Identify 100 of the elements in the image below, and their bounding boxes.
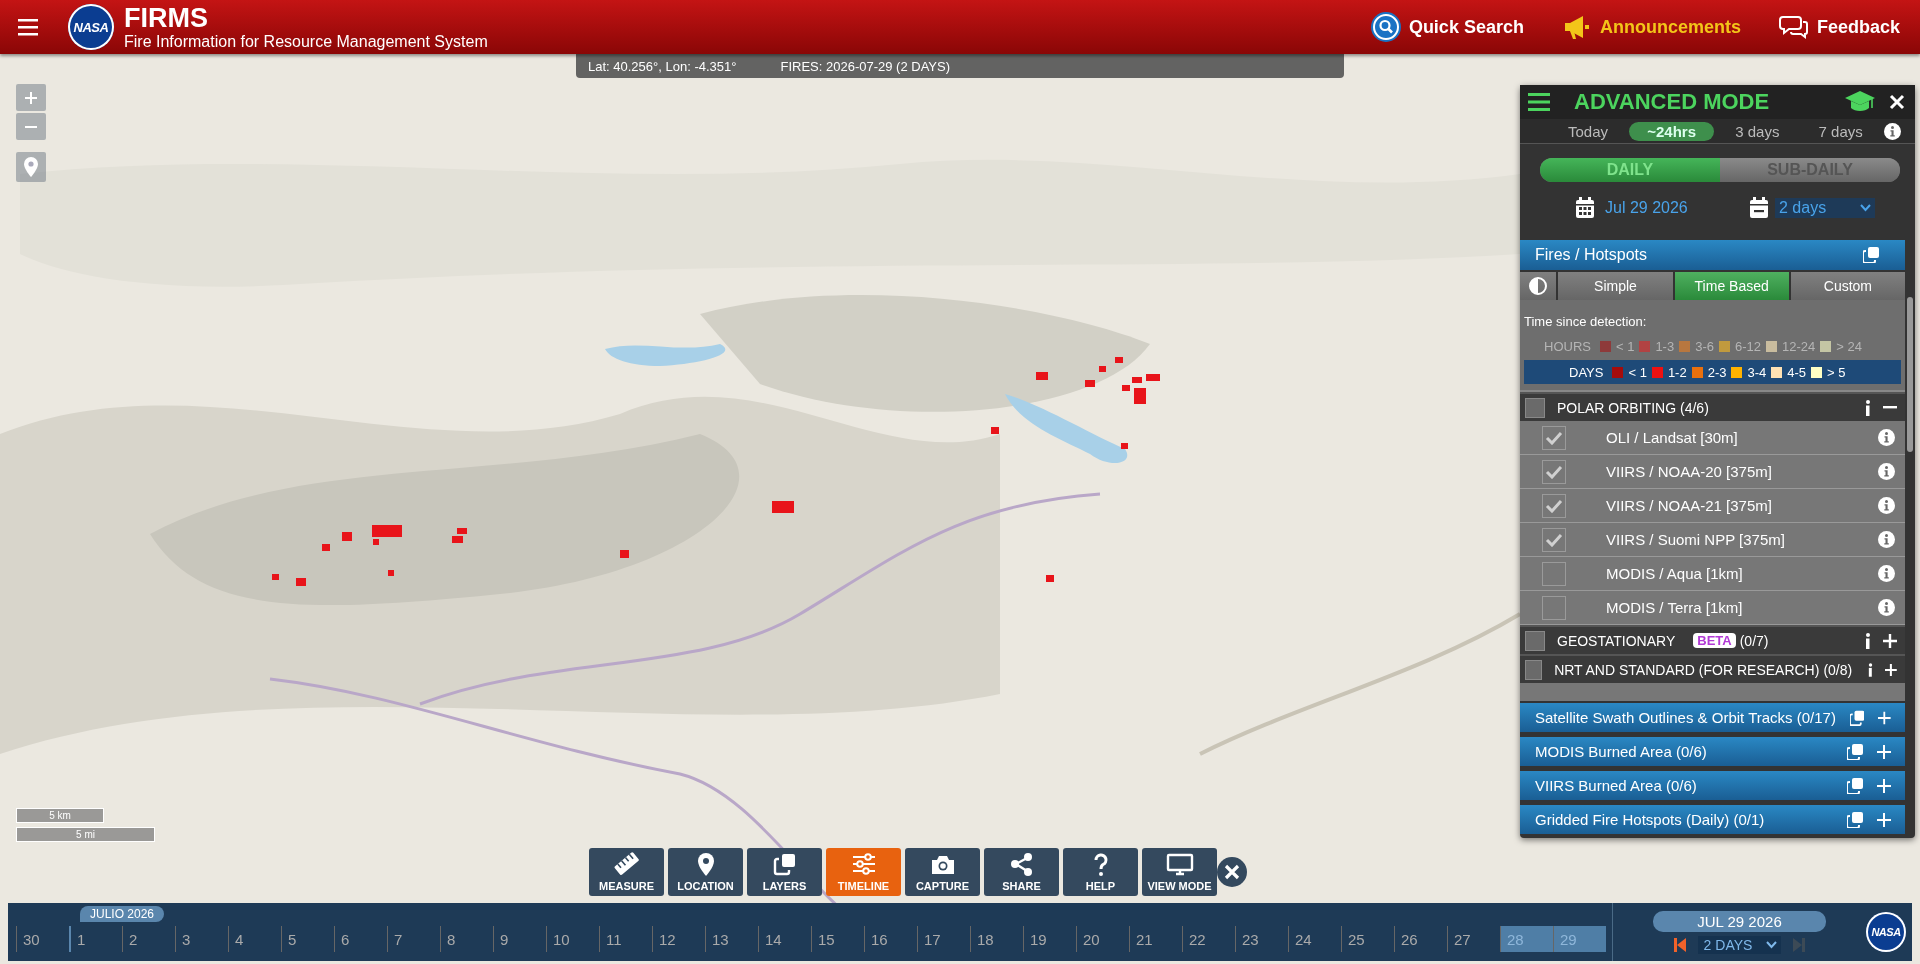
legend-text: 2-3 <box>1707 364 1727 380</box>
day-cell[interactable]: 26 <box>1394 926 1447 952</box>
toolbar-button[interactable]: TIMELINE <box>826 848 901 896</box>
toolbar-button[interactable]: HELP <box>1063 848 1138 896</box>
day-cell[interactable]: 21 <box>1129 926 1182 952</box>
header-link[interactable]: Announcements <box>1561 12 1741 42</box>
day-cell[interactable]: 18 <box>970 926 1023 952</box>
logo: NASA <box>68 4 114 50</box>
expand-icon[interactable] <box>1877 778 1891 793</box>
group-title: GEOSTATIONARY <box>1557 632 1676 649</box>
copy-icon[interactable] <box>1847 743 1863 760</box>
copy-icon[interactable] <box>1847 777 1863 794</box>
checkbox[interactable] <box>1525 630 1545 651</box>
duration-select[interactable]: 2 days <box>1775 198 1875 218</box>
header-link[interactable]: Quick Search <box>1370 12 1524 42</box>
day-cell[interactable]: 10 <box>546 926 599 952</box>
collapse-icon[interactable] <box>1883 406 1897 409</box>
day-cell[interactable]: 5 <box>281 926 334 952</box>
info-icon[interactable] <box>1865 399 1871 416</box>
check-icon <box>1545 532 1563 547</box>
day-cell[interactable]: 13 <box>705 926 758 952</box>
toolbar-button[interactable]: LOCATION <box>668 848 743 896</box>
range-tab[interactable]: 3 days <box>1717 121 1798 141</box>
legend-text: 12-24 <box>1782 338 1816 354</box>
day-cell[interactable]: 16 <box>864 926 917 952</box>
info-icon[interactable] <box>1868 661 1874 678</box>
scrollbar[interactable] <box>1907 297 1913 452</box>
day-cell[interactable]: 3 <box>175 926 228 952</box>
style-tab[interactable]: Custom <box>1790 272 1905 300</box>
header-link[interactable]: Feedback <box>1778 12 1900 42</box>
toolbar-button[interactable]: CAPTURE <box>905 848 980 896</box>
style-tab[interactable]: Simple <box>1558 272 1673 300</box>
checkbox[interactable] <box>1525 659 1543 680</box>
layer-group-header[interactable]: Gridded Fire Hotspots (Daily) (0/1) <box>1520 805 1905 834</box>
current-date: JUL 29 2026 <box>1653 910 1826 932</box>
day-cell[interactable]: 1 <box>69 926 122 952</box>
section-header[interactable]: Fires / Hotspots <box>1520 240 1905 270</box>
month-label: JULIO 2026 <box>80 906 165 922</box>
group-header[interactable]: GEOSTATIONARY BETA (0/7) <box>1520 625 1905 654</box>
range-tab[interactable]: Today <box>1550 121 1627 141</box>
legend-text: > 5 <box>1827 364 1846 380</box>
group-header[interactable]: POLAR ORBITING (4/6) <box>1520 392 1905 421</box>
day-cell[interactable]: 15 <box>811 926 864 952</box>
layer-group-header[interactable]: VIIRS Burned Area (0/6) <box>1520 771 1905 800</box>
checkbox[interactable] <box>1525 397 1545 418</box>
close-icon[interactable] <box>1889 94 1905 110</box>
toolbar-button[interactable]: VIEW MODE <box>1142 848 1217 896</box>
checkbox[interactable] <box>1542 595 1566 620</box>
menu-icon[interactable] <box>18 18 38 36</box>
toolbar-button[interactable]: MEASURE <box>589 848 664 896</box>
day-cell[interactable]: 8 <box>440 926 493 952</box>
day-cell[interactable]: 12 <box>652 926 705 952</box>
day-cell[interactable]: 30 <box>16 926 69 952</box>
day-cell[interactable]: 23 <box>1235 926 1288 952</box>
day-cell[interactable]: 7 <box>387 926 440 952</box>
info-icon[interactable] <box>1865 632 1871 649</box>
expand-icon[interactable] <box>1883 633 1897 648</box>
copy-icon[interactable] <box>1863 247 1879 263</box>
info-icon[interactable] <box>1884 122 1901 140</box>
day-cell[interactable]: 24 <box>1288 926 1341 952</box>
layer-group-header[interactable]: Satellite Swath Outlines & Orbit Tracks (0/17) <box>1520 703 1905 732</box>
checkbox[interactable] <box>1542 561 1566 586</box>
day-cell[interactable]: 9 <box>493 926 546 952</box>
group-header[interactable]: NRT AND STANDARD (FOR RESEARCH) (0/8) <box>1520 654 1905 683</box>
day-cell[interactable]: 14 <box>758 926 811 952</box>
duration-select[interactable]: 2 DAYS <box>1697 935 1782 954</box>
expand-icon[interactable] <box>1877 812 1891 827</box>
range-tab[interactable]: 7 days <box>1800 121 1881 141</box>
menu-icon[interactable] <box>1528 93 1550 111</box>
day-cell[interactable]: 6 <box>334 926 387 952</box>
range-tab[interactable]: ~24hrs <box>1629 121 1714 141</box>
expand-icon[interactable] <box>1885 662 1897 677</box>
day-cell[interactable]: 19 <box>1023 926 1076 952</box>
contrast-button[interactable] <box>1520 272 1557 300</box>
day-cell[interactable]: 2 <box>122 926 175 952</box>
copy-icon[interactable] <box>1847 811 1863 828</box>
skip-back-icon[interactable] <box>1673 937 1686 952</box>
checkbox[interactable] <box>1542 425 1566 450</box>
day-cell[interactable]: 11 <box>599 926 652 952</box>
toolbar-button[interactable]: SHARE <box>984 848 1059 896</box>
graduation-cap-icon[interactable] <box>1845 91 1875 113</box>
checkbox[interactable] <box>1542 459 1566 484</box>
toolbar-button[interactable]: LAYERS <box>747 848 822 896</box>
layer-group-title: MODIS Burned Area (0/6) <box>1535 743 1708 760</box>
day-cell[interactable]: 20 <box>1076 926 1129 952</box>
group-count: (0/7) <box>1739 632 1769 649</box>
day-cell[interactable]: 17 <box>917 926 970 952</box>
style-tab[interactable]: Time Based <box>1674 272 1789 300</box>
expand-icon[interactable] <box>1878 710 1891 725</box>
group-count: (0/8) <box>1823 661 1853 678</box>
layer-group-header[interactable]: MODIS Burned Area (0/6) <box>1520 737 1905 766</box>
checkbox[interactable] <box>1542 527 1566 552</box>
day-cell[interactable]: 22 <box>1182 926 1235 952</box>
copy-icon[interactable] <box>1849 709 1865 726</box>
date-link[interactable]: Jul 29 2026 <box>1605 199 1688 217</box>
day-cell[interactable]: 4 <box>228 926 281 952</box>
checkbox[interactable] <box>1542 493 1566 518</box>
day-cell[interactable]: 25 <box>1341 926 1394 952</box>
expand-icon[interactable] <box>1877 744 1891 759</box>
scale-bar: 5 mi <box>16 827 155 842</box>
